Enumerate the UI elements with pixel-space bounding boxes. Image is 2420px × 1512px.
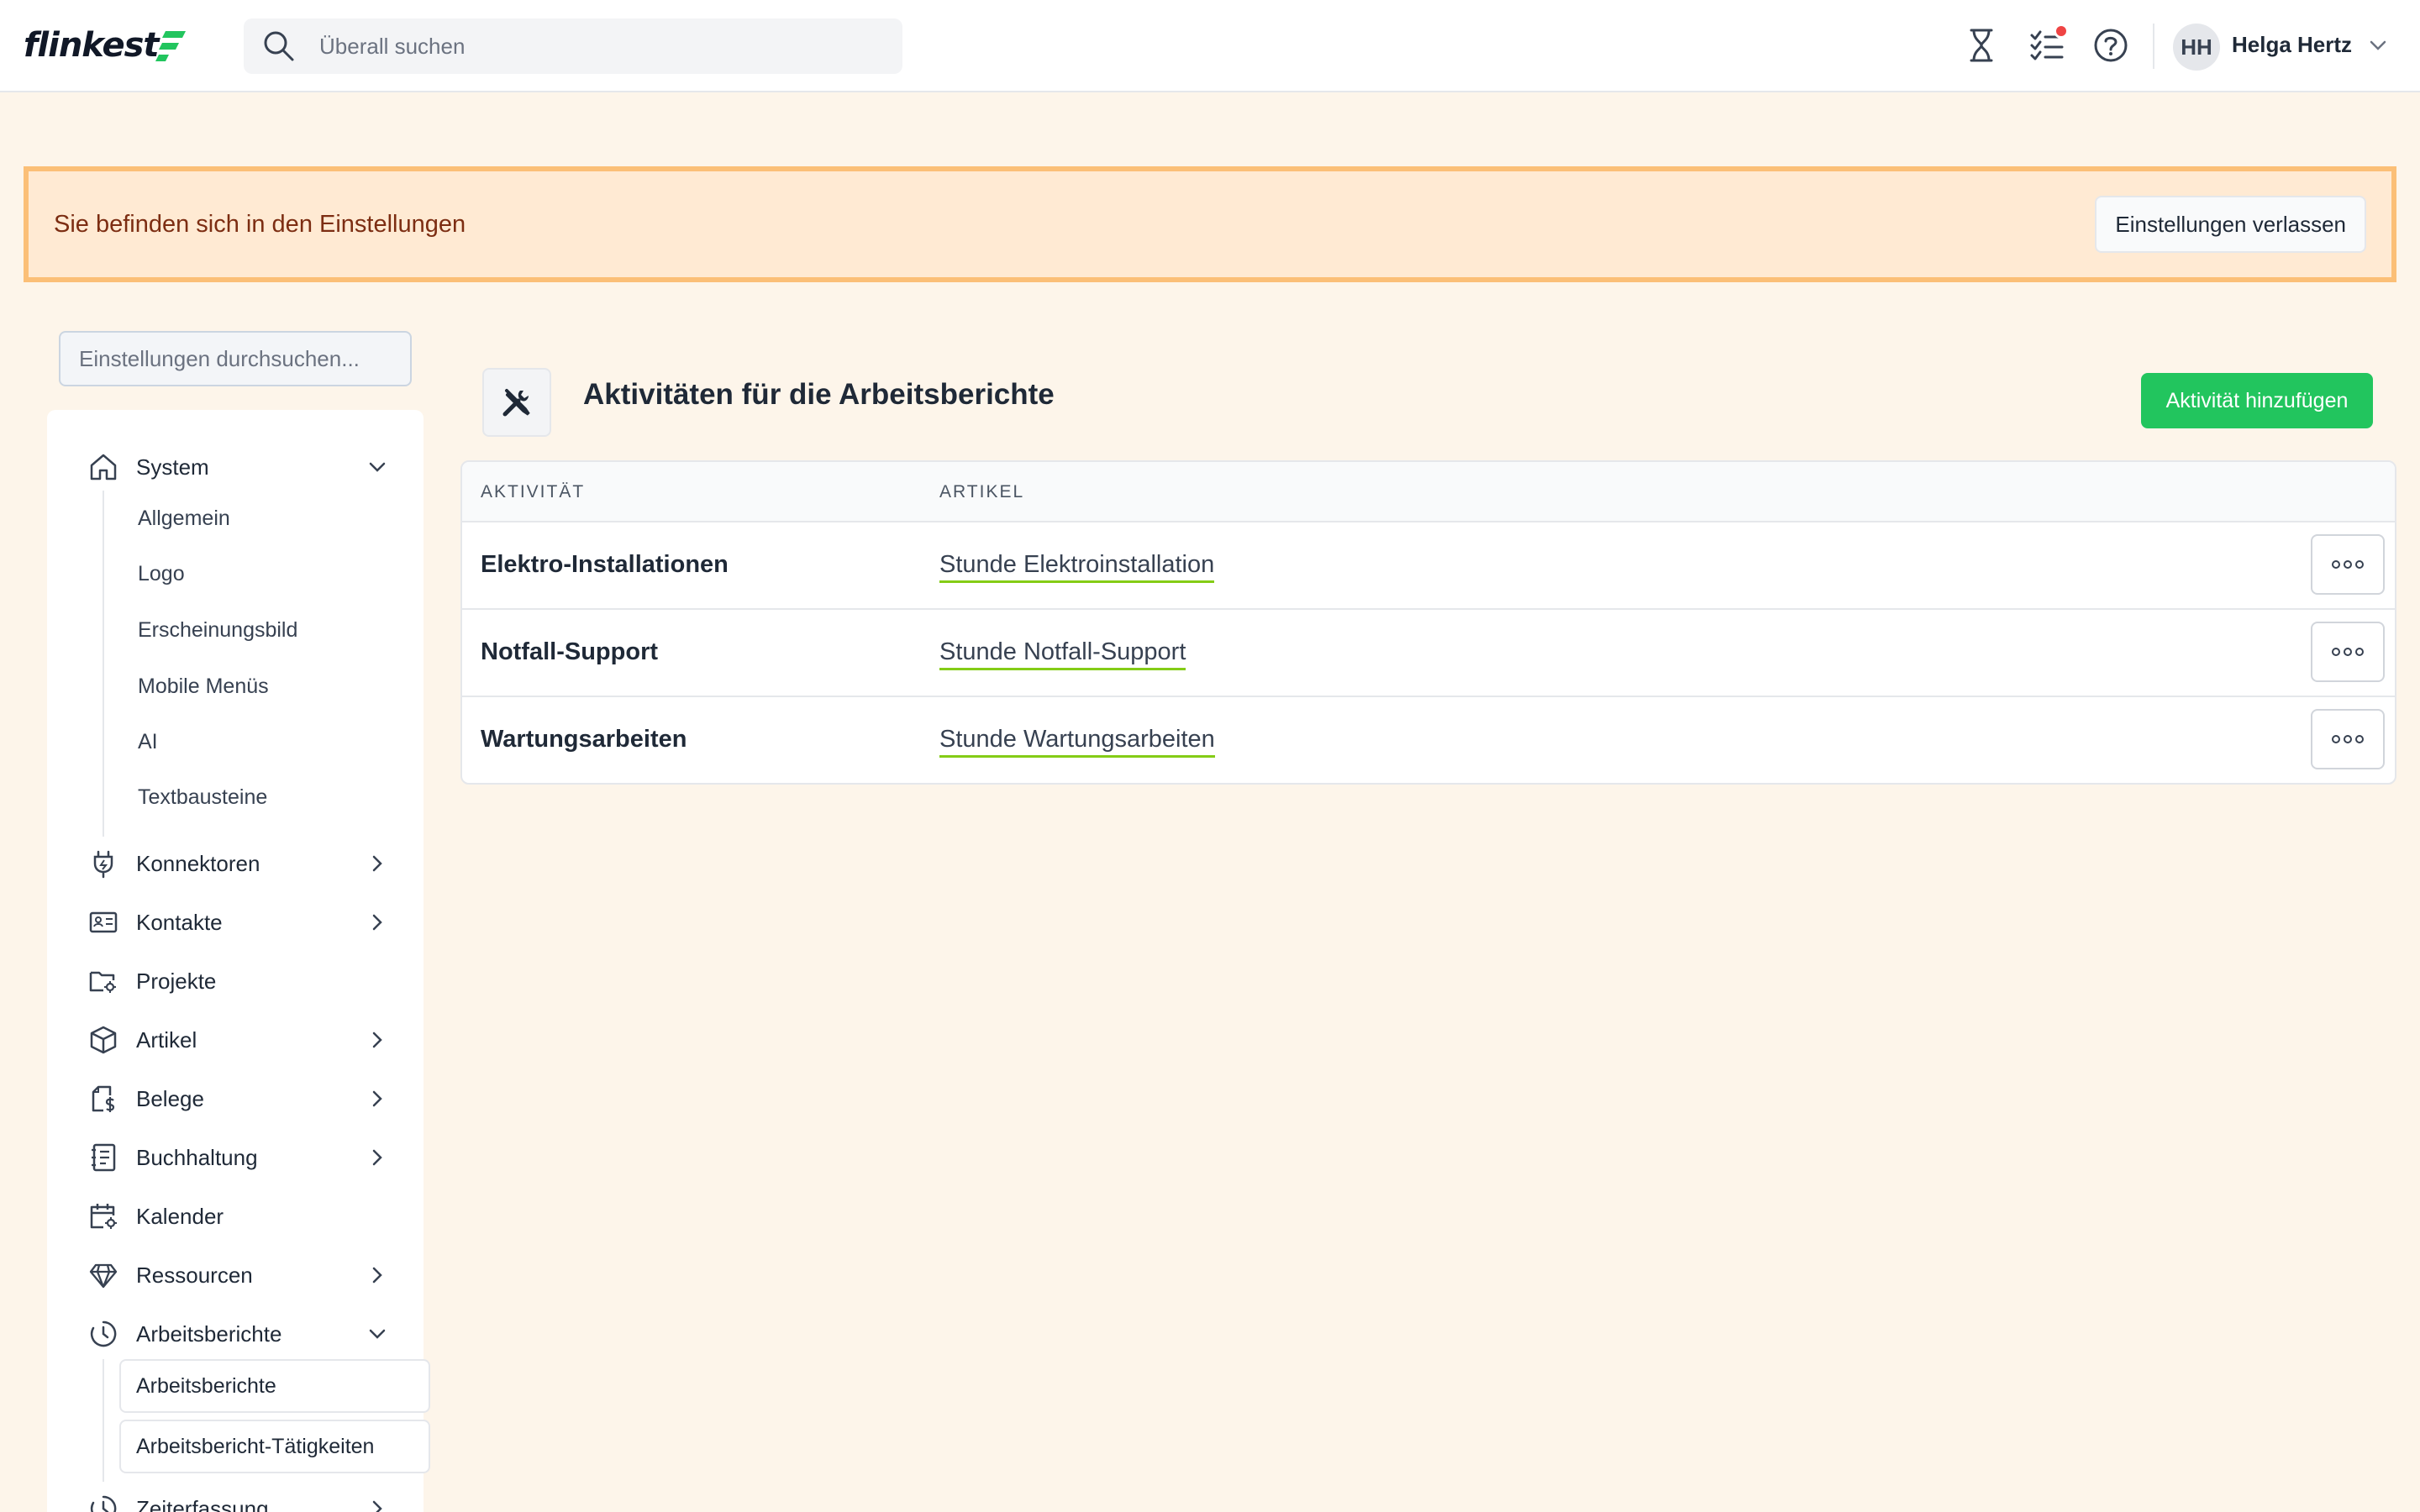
topbar-divider xyxy=(2153,24,2154,69)
sidebar-subitem-mobile-menus[interactable]: Mobile Menüs xyxy=(138,664,269,709)
chevron-down-icon[interactable] xyxy=(365,454,390,480)
article-link[interactable]: Stunde Notfall-Support xyxy=(939,638,1186,670)
activity-name: Wartungsarbeiten xyxy=(481,726,687,753)
exit-settings-button[interactable]: Einstellungen verlassen xyxy=(2095,196,2366,253)
sidebar-subitem-label: Arbeitsbericht-Tätigkeiten xyxy=(136,1434,375,1458)
sidebar-item-label: Konnektoren xyxy=(136,850,260,876)
table-header: AKTIVITÄT ARTIKEL xyxy=(462,462,2395,522)
settings-banner-text: Sie befinden sich in den Einstellungen xyxy=(54,210,466,238)
sidebar-item-buchhaltung[interactable]: Buchhaltung xyxy=(87,1134,390,1181)
chevron-right-icon[interactable] xyxy=(365,1145,390,1170)
sidebar-subitem-textbausteine[interactable]: Textbausteine xyxy=(138,774,267,820)
diamond-icon xyxy=(87,1259,119,1291)
sidebar-item-label: Belege xyxy=(136,1085,204,1111)
submenu-line xyxy=(103,491,104,837)
settings-sidebar: System Allgemein Logo Erscheinungsbild M… xyxy=(47,410,430,1512)
sidebar-subitem-allgemein[interactable]: Allgemein xyxy=(138,496,230,541)
sidebar-item-label: System xyxy=(136,454,209,480)
chevron-down-icon[interactable] xyxy=(365,1321,390,1347)
plug-icon xyxy=(87,848,119,879)
settings-search-input[interactable] xyxy=(59,331,412,386)
activity-name: Elektro-Installationen xyxy=(481,551,729,578)
sidebar-item-konnektoren[interactable]: Konnektoren xyxy=(87,840,390,887)
sidebar-item-label: Kalender xyxy=(136,1203,224,1229)
tools-icon xyxy=(482,368,551,437)
row-actions-button[interactable] xyxy=(2311,534,2385,595)
row-actions-button[interactable] xyxy=(2311,622,2385,682)
flinkest-logo[interactable]: flinkest xyxy=(24,22,187,69)
sidebar-item-artikel[interactable]: Artikel xyxy=(87,1016,390,1063)
row-actions-button[interactable] xyxy=(2311,709,2385,769)
sidebar-item-label: Artikel xyxy=(136,1026,197,1053)
settings-banner: Sie befinden sich in den Einstellungen E… xyxy=(24,166,2396,282)
chevron-right-icon[interactable] xyxy=(365,910,390,935)
article-link[interactable]: Stunde Elektroinstallation xyxy=(939,551,1215,583)
calendar-gear-icon xyxy=(87,1200,119,1232)
table-row: Elektro-Installationen Stunde Elektroins… xyxy=(462,522,2395,610)
sidebar-item-label: Arbeitsberichte xyxy=(136,1320,282,1347)
submenu-line xyxy=(103,1359,104,1482)
ledger-icon xyxy=(87,1142,119,1173)
add-activity-button[interactable]: Aktivität hinzufügen xyxy=(2141,373,2373,428)
home-icon xyxy=(87,451,119,483)
sidebar-item-label: Zeiterfassung xyxy=(136,1495,269,1512)
sidebar-item-arbeitsberichte[interactable]: Arbeitsberichte xyxy=(87,1310,390,1357)
sidebar-subitem-ai[interactable]: AI xyxy=(138,719,158,764)
sidebar-item-kontakte[interactable]: Kontakte xyxy=(87,899,390,946)
activities-table: AKTIVITÄT ARTIKEL Elektro-Installationen… xyxy=(460,460,2396,785)
table-row: Notfall-Support Stunde Notfall-Support xyxy=(462,610,2395,697)
chevron-right-icon[interactable] xyxy=(365,1086,390,1111)
table-row: Wartungsarbeiten Stunde Wartungsarbeiten xyxy=(462,697,2395,783)
more-options-icon xyxy=(2332,735,2364,743)
more-options-icon xyxy=(2332,560,2364,569)
sidebar-subitem-erscheinungsbild[interactable]: Erscheinungsbild xyxy=(138,607,297,653)
sidebar-item-label: Buchhaltung xyxy=(136,1144,258,1170)
sidebar-subitem-arbeitsbericht-taetigkeiten[interactable]: Arbeitsbericht-Tätigkeiten xyxy=(119,1420,430,1473)
clock-icon xyxy=(87,1318,119,1350)
time-tracking-icon xyxy=(87,1493,119,1512)
contact-card-icon xyxy=(87,906,119,938)
search-icon xyxy=(264,31,294,61)
sidebar-item-label: Projekte xyxy=(136,968,217,994)
sidebar-item-system[interactable]: System xyxy=(87,444,390,491)
sidebar-subitem-logo[interactable]: Logo xyxy=(138,551,185,596)
sidebar-item-projekte[interactable]: Projekte xyxy=(87,958,390,1005)
sidebar-item-label: Ressourcen xyxy=(136,1262,253,1288)
help-icon[interactable] xyxy=(2091,25,2131,66)
more-options-icon xyxy=(2332,648,2364,656)
user-name[interactable]: Helga Hertz xyxy=(2232,32,2352,58)
sidebar-subitem-arbeitsberichte[interactable]: Arbeitsberichte xyxy=(119,1359,430,1413)
logo-text: flinkest xyxy=(24,26,160,65)
article-link[interactable]: Stunde Wartungsarbeiten xyxy=(939,726,1215,758)
folder-gear-icon xyxy=(87,965,119,997)
notification-dot xyxy=(2054,24,2069,39)
chevron-down-icon[interactable] xyxy=(2366,34,2390,57)
box-icon xyxy=(87,1024,119,1056)
sidebar-item-ressourcen[interactable]: Ressourcen xyxy=(87,1252,390,1299)
sidebar-item-kalender[interactable]: Kalender xyxy=(87,1193,390,1240)
chevron-right-icon[interactable] xyxy=(365,1263,390,1288)
global-search[interactable] xyxy=(244,18,902,74)
chevron-right-icon[interactable] xyxy=(365,1027,390,1053)
receipt-dollar-icon xyxy=(87,1083,119,1115)
sidebar-item-zeiterfassung[interactable]: Zeiterfassung xyxy=(87,1485,390,1512)
column-header-activity: AKTIVITÄT xyxy=(481,482,586,501)
column-header-article: ARTIKEL xyxy=(939,482,1025,501)
chevron-right-icon[interactable] xyxy=(365,851,390,876)
page-title: Aktivitäten für die Arbeitsberichte xyxy=(583,378,1055,411)
top-bar: flinkest HH Hel xyxy=(0,0,2420,92)
activity-name: Notfall-Support xyxy=(481,638,659,665)
chevron-right-icon[interactable] xyxy=(365,1496,390,1512)
global-search-input[interactable] xyxy=(319,33,823,60)
logo-mark-icon xyxy=(155,31,186,61)
avatar[interactable]: HH xyxy=(2173,24,2220,71)
sidebar-item-belege[interactable]: Belege xyxy=(87,1075,390,1122)
sidebar-subitem-label: Arbeitsberichte xyxy=(136,1373,276,1398)
hourglass-icon[interactable] xyxy=(1961,25,2002,66)
sidebar-item-label: Kontakte xyxy=(136,909,223,935)
